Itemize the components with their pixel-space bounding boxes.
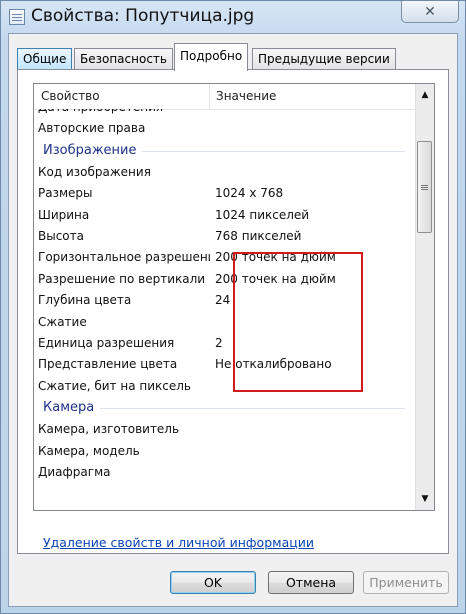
list-item[interactable]: Авторские права [34, 118, 415, 139]
cancel-button[interactable]: Отмена [268, 571, 354, 594]
group-header[interactable]: Изображение [34, 139, 415, 162]
property-value: 1024 пикселей [215, 207, 310, 222]
grip-icon [421, 186, 428, 188]
property-value: 200 точек на дюйм [215, 250, 336, 265]
list-item[interactable]: Разрешение по вертикали 200 точек на дюйм [34, 269, 415, 290]
property-name: Сжатие [38, 314, 87, 329]
list-item[interactable]: Сжатие, бит на пиксель [34, 376, 415, 397]
property-value: 768 пикселей [215, 229, 302, 243]
tab-previous-versions[interactable]: Предыдущие версии [252, 48, 396, 70]
column-header-property[interactable]: Свойство [41, 89, 100, 103]
ok-button[interactable]: OK [170, 571, 256, 594]
close-button[interactable]: ✕ [401, 1, 459, 23]
list-item[interactable]: Глубина цвета 24 [34, 290, 415, 311]
tab-general[interactable]: Общие [17, 48, 73, 70]
close-icon: ✕ [424, 3, 436, 20]
list-rows: Дата приобретения Авторские права Изображе… [34, 109, 415, 510]
property-value: Не откалибровано [215, 357, 332, 372]
document-icon [9, 9, 25, 25]
list-item[interactable]: Представление цвета Не откалибровано [34, 354, 415, 375]
list-item[interactable]: Размеры 1024 x 768 [34, 183, 415, 204]
remove-properties-link[interactable]: Удаление свойств и личной информации [43, 535, 314, 550]
apply-button[interactable]: Применить [363, 571, 449, 594]
details-panel: Свойство Значение Дата приобретения Автор… [17, 69, 449, 554]
list-item[interactable]: Камера, модель [34, 441, 415, 462]
property-name: Разрешение по вертикали [38, 271, 206, 286]
property-name: Размеры [38, 186, 93, 201]
property-name: Глубина цвета [38, 293, 132, 308]
window-title: Свойства: Попутчица.jpg [31, 6, 255, 26]
property-name: Сжатие, бит на пиксель [38, 378, 191, 393]
property-name: Единица разрешения [38, 336, 175, 350]
property-name: Ширина [38, 207, 90, 222]
vertical-scrollbar[interactable]: ▲ ▼ [415, 84, 434, 510]
property-name: Дата приобретения [38, 109, 210, 118]
property-value: 200 точек на дюйм [215, 271, 336, 286]
property-value: 24 [215, 293, 231, 308]
properties-window: Свойства: Попутчица.jpg ✕ Общие Безопасн… [0, 0, 466, 614]
property-value: 2 [215, 336, 223, 350]
group-header[interactable]: Камера [34, 397, 415, 420]
property-name: Диафрагма [38, 465, 111, 479]
scrollbar-thumb[interactable] [417, 141, 432, 233]
list-item[interactable]: Единица разрешения 2 [34, 333, 415, 354]
list-item[interactable]: Диафрагма [34, 462, 415, 483]
property-name: Горизонтальное разрешение [38, 250, 210, 265]
scroll-up-button[interactable]: ▲ [416, 86, 434, 103]
property-name: Представление цвета [38, 357, 178, 372]
list-item[interactable]: Горизонтальное разрешение 200 точек на дю… [34, 247, 415, 268]
properties-list[interactable]: Свойство Значение Дата приобретения Автор… [33, 83, 435, 511]
arrow-down-icon: ▼ [421, 493, 429, 504]
column-divider[interactable] [209, 84, 210, 109]
property-name: Камера, модель [38, 443, 140, 458]
list-item[interactable]: Высота 768 пикселей [34, 226, 415, 247]
list-header: Свойство Значение [34, 84, 415, 110]
list-item[interactable]: Камера, изготовитель [34, 419, 415, 440]
list-item[interactable]: Дата приобретения [34, 109, 415, 118]
dialog-client: Общие Безопасность Подробно Предыдущие в… [8, 33, 458, 607]
property-name: Камера, изготовитель [38, 422, 180, 437]
property-name: Высота [38, 229, 84, 243]
property-name: Авторские права [38, 121, 146, 136]
column-header-value[interactable]: Значение [216, 89, 276, 103]
group-label: Изображение [43, 139, 143, 162]
group-label: Камера [43, 397, 101, 420]
property-value: 1024 x 768 [215, 186, 284, 201]
list-item[interactable]: Ширина 1024 пикселей [34, 205, 415, 226]
property-name: Код изображения [38, 164, 151, 179]
scroll-down-button[interactable]: ▼ [416, 490, 434, 507]
title-bar[interactable]: Свойства: Попутчица.jpg ✕ [1, 1, 465, 33]
list-item[interactable]: Код изображения [34, 162, 415, 183]
tab-details[interactable]: Подробно [174, 43, 249, 71]
list-item[interactable]: Сжатие [34, 312, 415, 333]
tab-security[interactable]: Безопасность [74, 48, 173, 70]
arrow-up-icon: ▲ [421, 89, 429, 100]
